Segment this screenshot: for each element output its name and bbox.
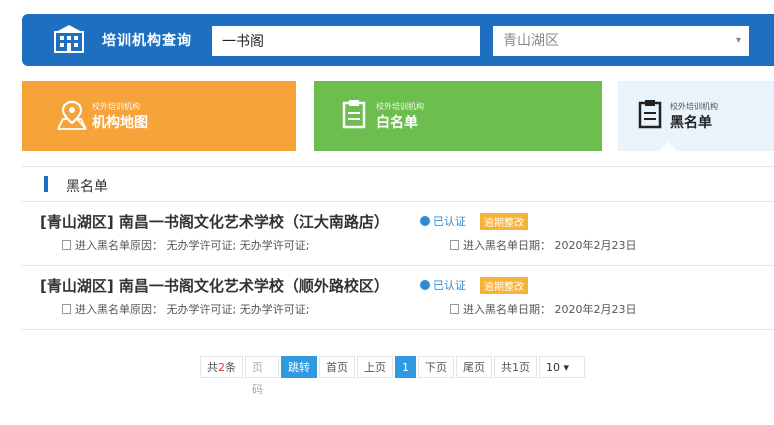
next-page-button[interactable]: 下页 — [418, 356, 454, 378]
list-item[interactable]: [青山湖区] 南昌一书阁文化艺术学校（江大南路店） 已认证 逾期整改 进入黑名单… — [22, 203, 774, 266]
clipboard-icon — [342, 100, 366, 129]
tab-white-caption: 校外培训机构 — [376, 102, 424, 111]
tab-blacklist[interactable]: 校外培训机构 黑名单 — [618, 81, 774, 152]
blacklist-date: 进入黑名单日期： 2020年2月23日 — [450, 301, 637, 317]
status-badge: 逾期整改 — [480, 213, 528, 230]
institution-name[interactable]: [青山湖区] 南昌一书阁文化艺术学校（顺外路校区） — [40, 275, 389, 296]
category-tabs: 校外培训机构 机构地图 校外培训机构 白名单 校外培训机构 黑名单 — [22, 81, 774, 152]
section-title: 黑名单 — [66, 179, 108, 195]
verified-badge: 已认证 — [420, 277, 466, 293]
tab-map-caption: 校外培训机构 — [92, 102, 140, 111]
total-count: 共2条 — [200, 356, 243, 378]
clipboard-icon — [638, 100, 662, 129]
list-item[interactable]: [青山湖区] 南昌一书阁文化艺术学校（顺外路校区） 已认证 逾期整改 进入黑名单… — [22, 267, 774, 330]
current-page[interactable]: 1 — [395, 356, 416, 378]
blacklist-reason: 进入黑名单原因： 无办学许可证; 无办学许可证; — [62, 237, 309, 253]
tab-map-label: 机构地图 — [92, 115, 148, 131]
page-jump-input[interactable]: 页码 — [245, 356, 279, 396]
document-icon — [62, 304, 71, 314]
blacklist-reason: 进入黑名单原因： 无办学许可证; 无办学许可证; — [62, 301, 309, 317]
first-page-button[interactable]: 首页 — [319, 356, 355, 378]
map-pin-icon — [57, 100, 87, 130]
section-accent-bar — [44, 176, 48, 192]
page-size-select[interactable]: 10 ▾ — [539, 356, 585, 378]
search-input[interactable] — [212, 26, 480, 56]
active-tab-caret — [658, 142, 678, 152]
document-icon — [450, 304, 459, 314]
shield-check-icon — [420, 216, 430, 226]
document-icon — [62, 240, 71, 250]
tab-black-caption: 校外培训机构 — [670, 102, 718, 111]
last-page-button[interactable]: 尾页 — [456, 356, 492, 378]
prev-page-button[interactable]: 上页 — [357, 356, 393, 378]
shield-check-icon — [420, 280, 430, 290]
blacklist-date: 进入黑名单日期： 2020年2月23日 — [450, 237, 637, 253]
region-select-value: 青山湖区 — [503, 33, 559, 49]
chevron-down-icon: ▾ — [735, 35, 741, 46]
tab-whitelist[interactable]: 校外培训机构 白名单 — [314, 81, 602, 151]
tab-black-label: 黑名单 — [670, 115, 712, 131]
tab-institution-map[interactable]: 校外培训机构 机构地图 — [22, 81, 296, 151]
institution-name[interactable]: [青山湖区] 南昌一书阁文化艺术学校（江大南路店） — [40, 211, 389, 232]
region-select[interactable]: 青山湖区 ▾ — [493, 26, 749, 56]
total-pages: 共1页 — [494, 356, 537, 378]
status-badge: 逾期整改 — [480, 277, 528, 294]
tab-white-label: 白名单 — [376, 115, 418, 131]
jump-button[interactable]: 跳转 — [281, 356, 317, 378]
building-icon — [54, 25, 84, 53]
pagination: 共2条 页码 跳转 首页 上页 1 下页 尾页 共1页 10 ▾ — [200, 356, 587, 396]
verified-badge: 已认证 — [420, 213, 466, 229]
section-header: 黑名单 — [22, 167, 774, 202]
page-title: 培训机构查询 — [102, 33, 192, 49]
document-icon — [450, 240, 459, 250]
